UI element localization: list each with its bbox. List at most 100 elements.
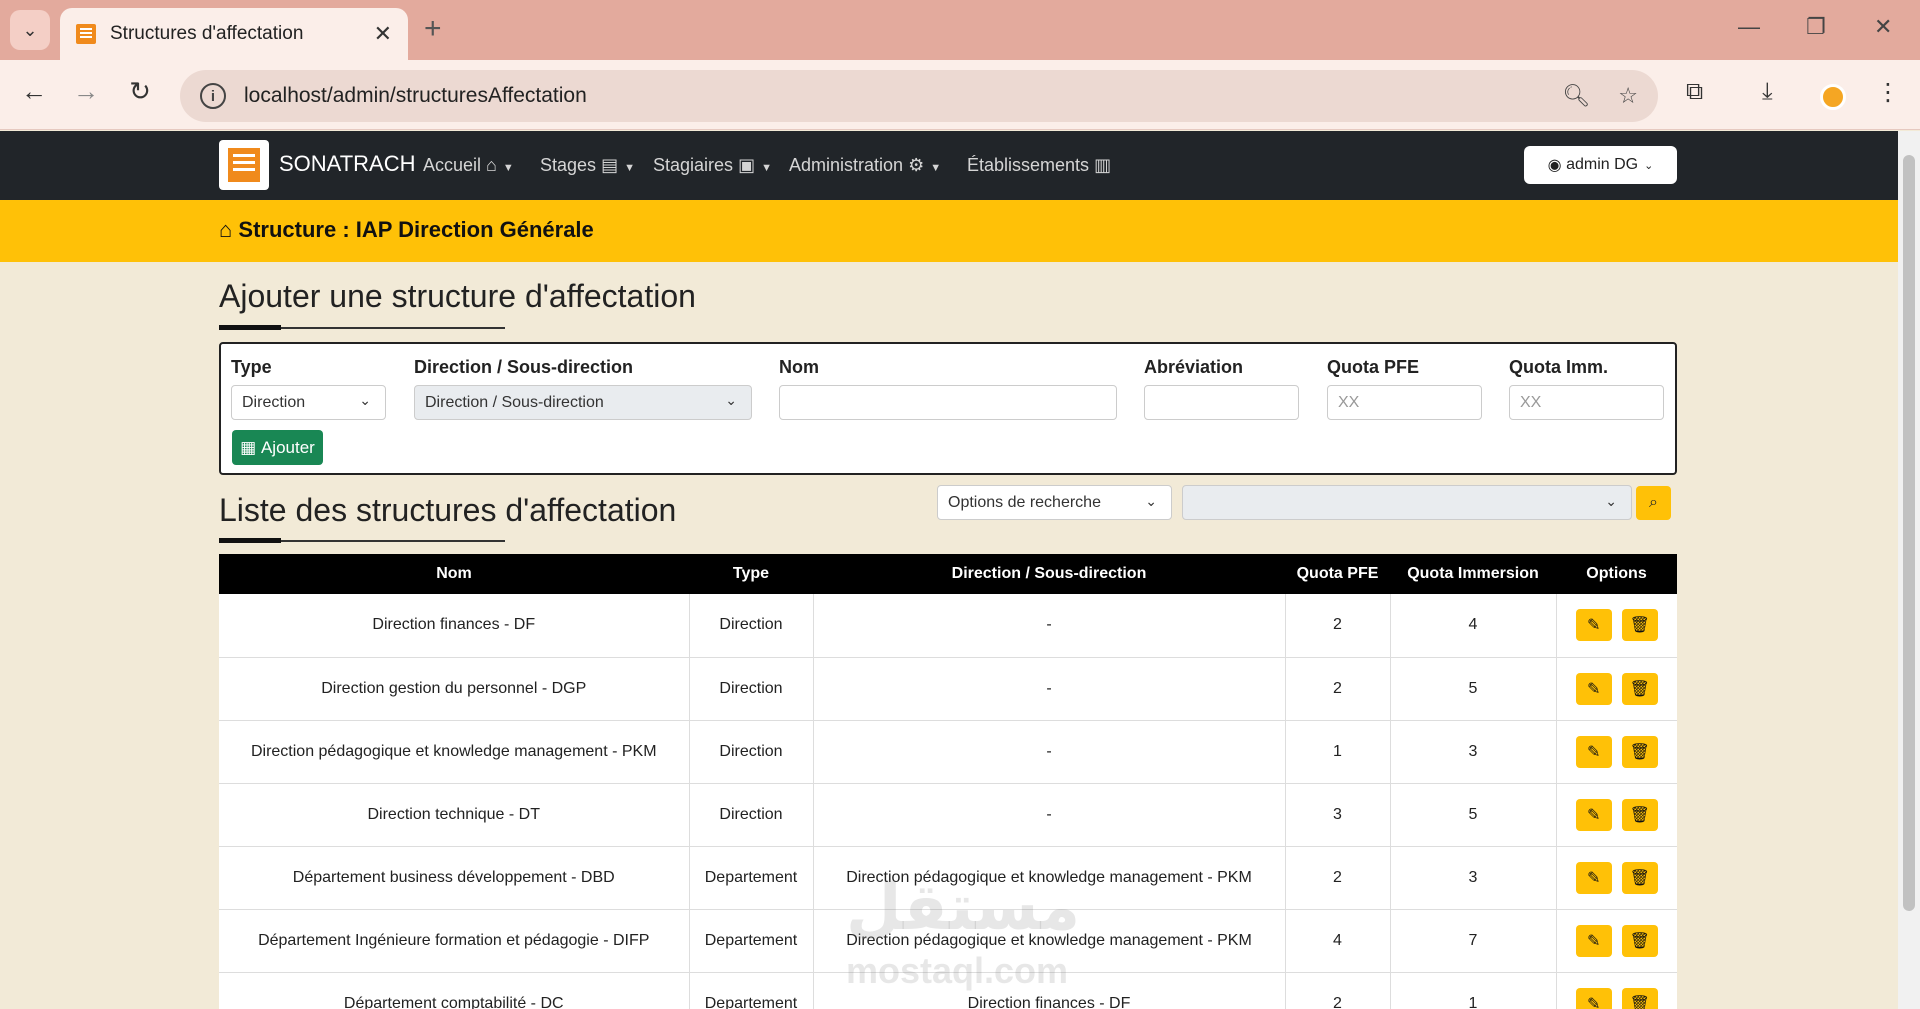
add-button[interactable]: ▦ Ajouter <box>232 430 323 465</box>
trash-icon[interactable]: 🗑︎ <box>1621 987 1658 1009</box>
cell-quota-pfe: 2 <box>1285 972 1391 1009</box>
reload-icon[interactable]: ↻ <box>122 76 158 107</box>
menu-etablissements[interactable]: Établissements ▥ <box>967 155 1111 176</box>
cell-quota-pfe: 2 <box>1285 846 1391 910</box>
edit-icon[interactable]: ✎ <box>1575 735 1612 768</box>
window-close-icon[interactable]: ✕ <box>1874 14 1892 40</box>
edit-icon[interactable]: ✎ <box>1575 609 1612 642</box>
browser-tab[interactable]: Structures d'affectation ✕ <box>60 8 408 60</box>
search-button[interactable]: ⌕ <box>1636 486 1671 520</box>
cell-nom: Direction technique - DT <box>219 783 690 847</box>
menu-stages[interactable]: Stages ▤ ▼ <box>540 155 635 176</box>
edit-icon[interactable]: ✎ <box>1575 672 1612 705</box>
trash-icon[interactable]: 🗑︎ <box>1621 861 1658 894</box>
minimize-icon[interactable]: — <box>1738 14 1760 40</box>
cell-nom: Direction finances - DF <box>219 594 690 658</box>
restore-icon[interactable]: ❐ <box>1806 14 1826 40</box>
cell-quota-immersion: 1 <box>1390 972 1557 1009</box>
menu-accueil[interactable]: Accueil ⌂ ▼ <box>423 155 514 176</box>
zoom-icon[interactable]: 🔍︎ <box>1562 83 1590 109</box>
trash-icon[interactable]: 🗑︎ <box>1621 924 1658 957</box>
trash-icon[interactable]: 🗑︎ <box>1621 798 1658 831</box>
sonatrach-logo[interactable] <box>219 140 269 190</box>
back-arrow-icon[interactable]: ← <box>16 76 52 107</box>
edit-icon[interactable]: ✎ <box>1575 861 1612 894</box>
abreviation-input[interactable] <box>1144 385 1299 420</box>
cell-options: ✎ 🗑︎ <box>1556 846 1677 910</box>
cell-quota-immersion: 3 <box>1390 846 1557 910</box>
new-tab-icon[interactable]: + <box>424 12 442 46</box>
building-icon: ▥ <box>1094 155 1112 175</box>
edit-icon[interactable]: ✎ <box>1575 798 1612 831</box>
more-menu-icon[interactable]: ⋮ <box>1876 78 1900 107</box>
cell-nom: Direction gestion du personnel - DGP <box>219 657 690 721</box>
trash-icon[interactable]: 🗑︎ <box>1621 609 1658 642</box>
trash-icon[interactable]: 🗑︎ <box>1621 735 1658 768</box>
extensions-icon[interactable]: ⧉ <box>1686 78 1703 106</box>
heading-underline <box>219 325 505 330</box>
abreviation-label: Abréviation <box>1144 357 1244 377</box>
chevron-down-icon: ⌄ <box>1145 493 1157 509</box>
cell-options: ✎ 🗑︎ <box>1556 594 1677 658</box>
tab-title: Structures d'affectation <box>110 23 304 44</box>
cell-type: Direction <box>689 594 814 658</box>
edit-icon[interactable]: ✎ <box>1575 924 1612 957</box>
cell-nom: Direction pédagogique et knowledge manag… <box>219 720 690 784</box>
brand-name[interactable]: SONATRACH <box>279 151 416 177</box>
list-section-heading: Liste des structures d'affectation <box>219 492 677 528</box>
cell-direction: - <box>813 720 1286 784</box>
cell-options: ✎ 🗑︎ <box>1556 909 1677 973</box>
cell-quota-pfe: 4 <box>1285 909 1391 973</box>
trash-icon[interactable]: 🗑︎ <box>1621 672 1658 705</box>
direction-select[interactable]: Direction / Sous-direction ⌄ <box>414 385 752 420</box>
col-type[interactable]: Type <box>689 554 813 594</box>
edit-icon[interactable]: ✎ <box>1575 987 1612 1009</box>
nom-input[interactable] <box>779 385 1117 420</box>
address-bar[interactable]: i localhost/admin/structuresAffectation … <box>180 70 1658 122</box>
chevron-down-icon: ⌄ <box>22 19 38 40</box>
browser-toolbar: ← → ↻ i localhost/admin/structuresAffect… <box>0 60 1920 130</box>
download-icon[interactable]: ⤓ <box>1762 78 1773 106</box>
col-quota-pfe[interactable]: Quota PFE <box>1285 554 1390 594</box>
tab-search-button[interactable]: ⌄ <box>10 10 50 50</box>
page-scrollbar[interactable] <box>1898 131 1920 1009</box>
heading-underline <box>219 538 505 543</box>
list-icon: ▤ <box>601 155 619 175</box>
quota-imm-input[interactable]: XX <box>1509 385 1664 420</box>
cell-quota-pfe: 2 <box>1285 594 1391 658</box>
cell-options: ✎ 🗑︎ <box>1556 972 1677 1009</box>
site-info-icon[interactable]: i <box>200 83 226 109</box>
url-text[interactable]: localhost/admin/structuresAffectation <box>244 84 1534 108</box>
cell-type: Direction <box>689 657 814 721</box>
quota-pfe-input[interactable]: XX <box>1327 385 1482 420</box>
col-nom[interactable]: Nom <box>219 554 689 594</box>
cell-nom: Département business développement - DBD <box>219 846 690 910</box>
col-quota-immersion[interactable]: Quota Immersion <box>1390 554 1556 594</box>
search-options-select[interactable]: Options de recherche ⌄ <box>937 485 1172 520</box>
search-value-select[interactable]: ⌄ <box>1182 485 1632 520</box>
table-row: Direction gestion du personnel - DGP Dir… <box>219 657 1677 721</box>
menu-administration[interactable]: Administration ⚙ ▼ <box>789 155 941 176</box>
cell-nom: Département comptabilité - DC <box>219 972 690 1009</box>
table-header-row: Nom Type Direction / Sous-direction Quot… <box>219 554 1677 594</box>
structure-banner: ⌂ Structure : IAP Direction Générale <box>0 200 1898 262</box>
chevron-down-icon: ⌄ <box>1644 159 1654 172</box>
cell-options: ✎ 🗑︎ <box>1556 783 1677 847</box>
add-section-heading: Ajouter une structure d'affectation <box>219 278 696 314</box>
close-icon[interactable]: ✕ <box>374 21 392 47</box>
col-options: Options <box>1556 554 1677 594</box>
cell-type: Departement <box>689 846 814 910</box>
cell-quota-immersion: 7 <box>1390 909 1557 973</box>
menu-stagiaires[interactable]: Stagiaires ▣ ▼ <box>653 155 772 176</box>
building-icon: ▦ <box>240 437 257 457</box>
gear-icon: ⚙ <box>908 155 925 175</box>
bookmark-star-icon[interactable]: ☆ <box>1618 83 1638 109</box>
forward-arrow-icon[interactable]: → <box>68 76 104 107</box>
scrollbar-thumb[interactable] <box>1903 155 1915 911</box>
search-icon: ⌕ <box>1649 494 1658 511</box>
type-select[interactable]: Direction ⌄ <box>231 385 386 420</box>
caret-down-icon: ▼ <box>624 162 635 174</box>
user-menu-button[interactable]: ◉ admin DG ⌄ <box>1524 146 1677 184</box>
profile-avatar[interactable] <box>1820 84 1846 110</box>
col-direction[interactable]: Direction / Sous-direction <box>813 554 1285 594</box>
